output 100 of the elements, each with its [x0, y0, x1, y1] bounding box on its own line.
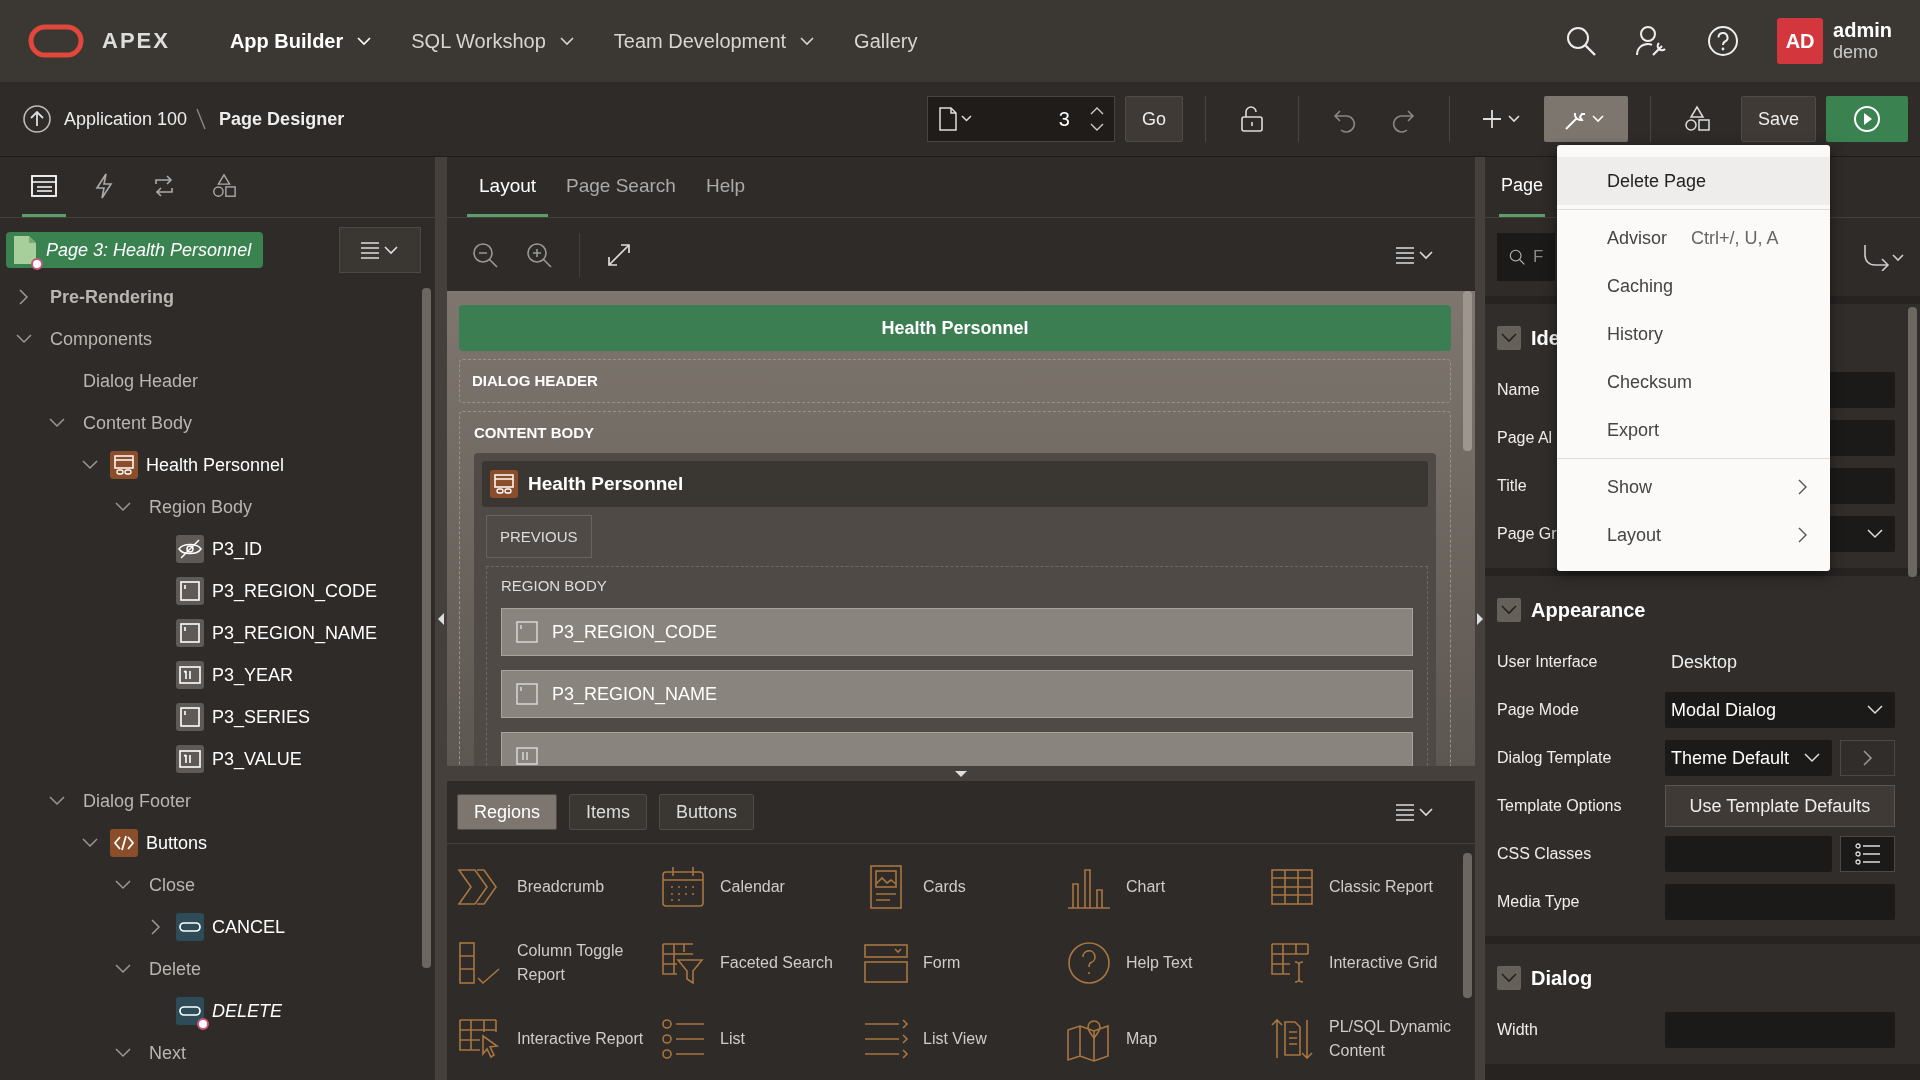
chevron-up-icon[interactable] — [1089, 106, 1104, 115]
zoom-in-icon[interactable] — [525, 240, 553, 269]
tree-node[interactable]: Dialog Header — [83, 370, 199, 392]
collapse-toggle[interactable] — [1497, 326, 1521, 350]
tree-node[interactable]: DELETE — [212, 1000, 283, 1022]
collapse-left-icon[interactable] — [438, 612, 444, 625]
tree-node[interactable]: P3_ID — [212, 538, 263, 560]
help-icon[interactable] — [1707, 25, 1740, 57]
chevron-down-icon[interactable] — [82, 460, 98, 470]
region-type-label[interactable]: Breadcrumb — [517, 875, 605, 899]
region-type-label[interactable]: Cards — [923, 875, 966, 899]
region-type-label[interactable]: Interactive Grid — [1329, 951, 1438, 975]
tree-node[interactable]: Content Body — [83, 412, 193, 434]
region-type-label[interactable]: PL/SQL Dynamic Content — [1329, 1015, 1459, 1063]
page-item[interactable]: P3_REGION_CODE — [501, 608, 1413, 656]
collapse-down-icon[interactable] — [955, 770, 967, 777]
collapse-toggle[interactable] — [1497, 598, 1521, 622]
tree-node[interactable]: Components — [50, 328, 153, 350]
gallery-tab[interactable]: Regions — [457, 794, 558, 830]
region-type-label[interactable]: Form — [923, 951, 961, 975]
menu-item[interactable]: Delete Page — [1557, 157, 1830, 205]
region-type-label[interactable]: Help Text — [1126, 951, 1193, 975]
menu-icon[interactable] — [1395, 244, 1435, 265]
tree-node[interactable]: Dialog Footer — [83, 790, 192, 812]
position-slot[interactable]: PREVIOUS — [486, 515, 592, 558]
tree-node[interactable]: P3_VALUE — [212, 748, 302, 770]
chevron-down-icon[interactable] — [115, 1048, 131, 1058]
region-type-label[interactable]: Classic Report — [1329, 875, 1434, 899]
chevron-down-icon[interactable] — [49, 796, 65, 806]
region-type-label[interactable]: Calendar — [720, 875, 785, 899]
chevron-down-icon[interactable] — [1089, 123, 1104, 132]
tree-node[interactable]: P3_REGION_CODE — [212, 580, 378, 602]
menu-item[interactable]: Caching — [1557, 262, 1830, 310]
utilities-button[interactable] — [1543, 96, 1628, 142]
nav-menu-item[interactable]: SQL Workshop — [411, 29, 574, 53]
collapse-right-icon[interactable] — [1477, 612, 1483, 625]
page-item[interactable]: P3_REGION_NAME — [501, 670, 1413, 718]
page-number-field[interactable]: 3 — [979, 106, 1072, 132]
tree-node[interactable]: P3_YEAR — [212, 664, 294, 686]
select-field[interactable]: Theme Default — [1665, 740, 1832, 776]
menu-item[interactable]: Checksum — [1557, 358, 1830, 406]
filter-field[interactable]: F — [1497, 233, 1555, 281]
search-icon[interactable] — [1565, 25, 1598, 57]
expand-icon[interactable] — [606, 241, 632, 268]
go-to-group-icon[interactable] — [1862, 243, 1906, 271]
shapes-icon[interactable] — [1682, 105, 1711, 133]
collapse-toggle[interactable] — [1497, 966, 1521, 990]
chevron-right-icon[interactable] — [151, 919, 161, 935]
tree-node[interactable]: Close — [149, 874, 196, 896]
scrollbar[interactable] — [422, 288, 431, 968]
gallery-tab[interactable]: Buttons — [659, 794, 755, 830]
chevron-down-icon[interactable] — [115, 502, 131, 512]
tree-node[interactable]: Buttons — [146, 832, 208, 854]
menu-item[interactable]: Show — [1557, 463, 1830, 511]
dialog-header-slot[interactable]: DIALOG HEADER — [459, 359, 1451, 403]
page-selector[interactable]: 3 — [926, 96, 1115, 142]
select-field[interactable]: Modal Dialog — [1665, 692, 1895, 728]
chevron-right-icon[interactable] — [19, 289, 29, 305]
filter-input[interactable]: F — [1531, 246, 1555, 268]
chevron-down-icon[interactable] — [82, 838, 98, 848]
panel-tab[interactable]: Page Search — [554, 157, 688, 217]
menu-item[interactable]: Layout — [1557, 511, 1830, 559]
menu-item[interactable]: Advisor Ctrl+/, U, A — [1557, 214, 1830, 262]
breadcrumb-link[interactable]: Application 100 — [64, 108, 188, 130]
list-picker-button[interactable] — [1840, 836, 1895, 872]
menu-item[interactable]: History — [1557, 310, 1830, 358]
region-type-label[interactable]: Column Toggle Report — [517, 939, 647, 987]
save-button[interactable]: Save — [1740, 96, 1816, 142]
user-avatar[interactable]: AD — [1777, 18, 1824, 64]
tree-node[interactable]: Next — [149, 1042, 186, 1064]
menu-icon[interactable] — [1395, 802, 1435, 822]
gallery-tab[interactable]: Items — [569, 794, 648, 830]
region-type-label[interactable]: Map — [1126, 1027, 1158, 1051]
tree-menu-button[interactable] — [339, 227, 421, 273]
region-body-slot[interactable]: REGION BODY P3_REGION_CODE P3_REGION_NAME — [486, 566, 1428, 766]
chevron-down-icon[interactable] — [16, 334, 32, 344]
tree-node[interactable]: P3_REGION_NAME — [212, 622, 378, 644]
region-type-label[interactable]: Faceted Search — [720, 951, 833, 975]
run-button[interactable] — [1826, 96, 1908, 142]
nav-menu-item[interactable]: Gallery — [854, 29, 918, 53]
panel-tab[interactable]: Layout — [467, 157, 549, 217]
nav-menu-item[interactable]: App Builder — [229, 29, 372, 53]
chevron-down-icon[interactable] — [115, 964, 131, 974]
scrollbar[interactable] — [1463, 291, 1472, 451]
menu-item[interactable]: Export — [1557, 406, 1830, 454]
content-body-slot[interactable]: CONTENT BODY Health Personnel PREVIOUS REGION BODY P3_REGION_CODE P3_REGION_NAME — [459, 411, 1451, 766]
nav-menu-item[interactable]: Team Development — [613, 29, 815, 53]
tree-node[interactable]: Region Body — [149, 496, 253, 518]
tree-node[interactable]: Health Personnel — [146, 454, 285, 476]
template-options-button[interactable]: Use Template Defaults — [1665, 785, 1895, 827]
zoom-out-icon[interactable] — [471, 240, 499, 269]
scrollbar[interactable] — [1908, 307, 1917, 577]
panel-tab[interactable]: Help — [693, 157, 757, 217]
tree-node[interactable]: Delete — [149, 958, 202, 980]
go-button[interactable]: Go — [1124, 96, 1183, 142]
tree-node[interactable]: P3_SERIES — [212, 706, 311, 728]
scrollbar[interactable] — [1463, 853, 1472, 998]
region-type-label[interactable]: List — [720, 1027, 745, 1051]
region-type-label[interactable]: Chart — [1126, 875, 1166, 899]
chevron-down-icon[interactable] — [115, 880, 131, 890]
